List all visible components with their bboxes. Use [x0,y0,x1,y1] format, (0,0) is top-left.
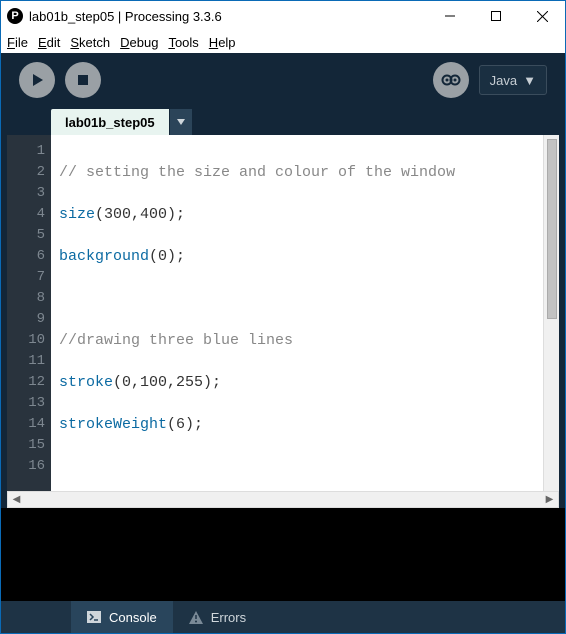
sketch-tab[interactable]: lab01b_step05 [51,109,169,135]
mode-label: Java [490,73,517,88]
menu-file[interactable]: File [3,34,32,51]
app-icon: P [7,8,23,24]
bottom-bar: Console Errors [1,601,565,633]
menu-sketch[interactable]: Sketch [66,34,114,51]
minimize-button[interactable] [427,1,473,31]
close-button[interactable] [519,1,565,31]
scroll-left-icon[interactable]: ◀ [8,491,25,508]
menu-help[interactable]: Help [205,34,240,51]
window-title: lab01b_step05 | Processing 3.3.6 [29,9,427,24]
scroll-right-icon[interactable]: ▶ [541,491,558,508]
maximize-button[interactable] [473,1,519,31]
menu-debug[interactable]: Debug [116,34,162,51]
title-bar: P lab01b_step05 | Processing 3.3.6 [1,1,565,31]
line-gutter: 1234 5678 9101112 13141516 [7,135,51,491]
debug-button[interactable] [433,62,469,98]
vertical-scrollbar-thumb[interactable] [547,139,557,319]
console-icon [87,611,101,623]
warning-icon [189,611,203,624]
horizontal-scrollbar[interactable]: ◀ ▶ [7,491,559,508]
vertical-scrollbar[interactable] [543,135,559,491]
tab-menu-button[interactable] [170,109,192,135]
menu-bar: File Edit Sketch Debug Tools Help [1,31,565,53]
menu-edit[interactable]: Edit [34,34,64,51]
errors-tab[interactable]: Errors [173,601,262,633]
console-output [1,508,565,601]
chevron-down-icon: ▼ [523,73,536,88]
code-editor[interactable]: // setting the size and colour of the wi… [51,135,559,491]
tab-row: lab01b_step05 [1,107,565,135]
editor-container: 1234 5678 9101112 13141516 // setting th… [7,135,559,491]
mode-selector[interactable]: Java ▼ [479,65,547,95]
workbench: Java ▼ lab01b_step05 1234 5678 9101112 1… [1,53,565,633]
toolbar: Java ▼ [1,53,565,107]
run-button[interactable] [19,62,55,98]
menu-tools[interactable]: Tools [164,34,202,51]
console-tab[interactable]: Console [71,601,173,633]
stop-button[interactable] [65,62,101,98]
